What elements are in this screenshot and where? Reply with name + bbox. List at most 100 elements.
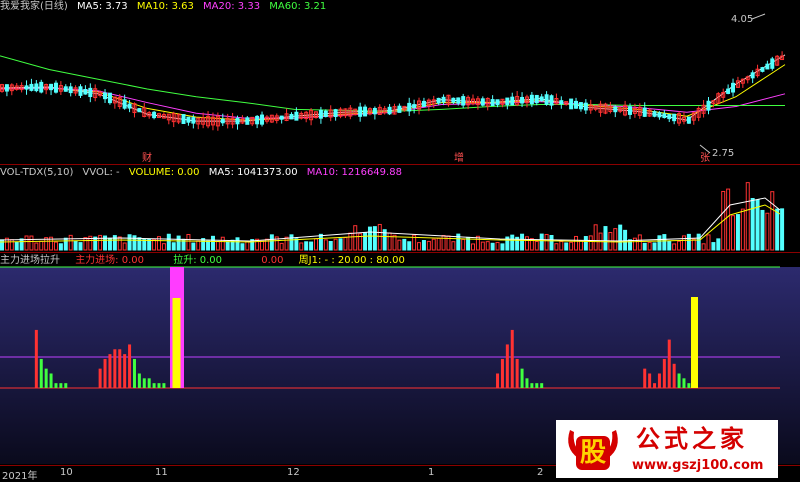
volume-bar bbox=[9, 239, 14, 251]
candle-body bbox=[549, 95, 554, 106]
volume-bar bbox=[637, 234, 642, 251]
candle-body bbox=[333, 109, 338, 118]
indicator-bar bbox=[49, 373, 53, 388]
candle-body bbox=[407, 102, 412, 112]
volume-title[interactable]: VOL-TDX(5,10) bbox=[0, 167, 73, 178]
volume-bar bbox=[407, 241, 412, 251]
indicator-bar bbox=[648, 373, 652, 388]
volume-bar bbox=[647, 241, 652, 251]
volume-bar bbox=[83, 237, 88, 251]
candle-body bbox=[88, 87, 93, 98]
candle-body bbox=[363, 106, 368, 117]
volume-bar bbox=[161, 243, 166, 251]
volume-bar bbox=[122, 242, 127, 251]
volume-bar bbox=[593, 224, 598, 251]
volume-bar bbox=[372, 226, 377, 251]
candle-body bbox=[456, 97, 461, 104]
indicator-bar bbox=[496, 373, 500, 388]
volume-bar bbox=[402, 238, 407, 251]
indicator-title[interactable]: 主力进场拉升 bbox=[0, 255, 60, 266]
volume-bar bbox=[318, 233, 323, 251]
lasheng-label: 拉升: 0.00 bbox=[173, 255, 223, 266]
volume-bar bbox=[436, 237, 441, 251]
indicator-bar bbox=[643, 368, 647, 388]
indicator-bar bbox=[157, 383, 161, 388]
volume-bar bbox=[485, 241, 490, 251]
candle-body bbox=[255, 115, 260, 125]
candle-body bbox=[539, 96, 544, 101]
volume-bar bbox=[240, 243, 245, 251]
volume-bar bbox=[24, 235, 29, 251]
indicator-bar bbox=[530, 383, 534, 388]
volume-bar bbox=[196, 240, 201, 251]
volume-bar bbox=[210, 235, 215, 251]
candle-body bbox=[672, 113, 677, 122]
volume-bar bbox=[39, 240, 44, 251]
candle-body bbox=[490, 99, 495, 107]
volume-header: VOL-TDX(5,10) VVOL: - VOLUME: 0.00 MA5: … bbox=[0, 166, 408, 179]
volume-bar bbox=[93, 236, 98, 251]
indicator-bar bbox=[142, 378, 146, 388]
volume-bar bbox=[206, 240, 211, 251]
vol-ma5-label: MA5: 1041373.00 bbox=[208, 167, 298, 178]
volume-bar bbox=[348, 232, 353, 251]
candle-body bbox=[441, 96, 446, 103]
indicator-bar bbox=[128, 344, 132, 388]
volume-bar bbox=[0, 239, 4, 251]
indicator-bar bbox=[108, 354, 112, 388]
indicator-bar bbox=[44, 368, 48, 388]
indicator-bar bbox=[505, 344, 509, 388]
indicator-bar bbox=[677, 373, 681, 388]
volume-bar bbox=[392, 234, 397, 251]
volume-bar bbox=[14, 241, 19, 251]
indicator-header: 主力进场拉升 主力进场: 0.00 拉升: 0.00 0.00 周J1: - :… bbox=[0, 254, 411, 267]
candle-body bbox=[387, 106, 392, 115]
volume-bar bbox=[745, 182, 750, 251]
volume-bar bbox=[564, 242, 569, 251]
kline-chart[interactable] bbox=[0, 0, 800, 480]
indicator-bar bbox=[500, 358, 504, 388]
volume-bar bbox=[127, 234, 132, 251]
candle-body bbox=[220, 118, 225, 124]
watermark-logo: 股 公式之家 www.gszj100.com bbox=[556, 420, 778, 478]
separator-volume-indicator bbox=[0, 252, 800, 253]
volume-bar bbox=[314, 238, 318, 251]
candle-body bbox=[412, 104, 417, 109]
indicator-bar bbox=[123, 354, 127, 388]
volume-bar bbox=[431, 238, 436, 251]
volume-bar bbox=[520, 233, 525, 251]
candle-body bbox=[245, 117, 250, 125]
volume-bar bbox=[142, 239, 147, 251]
volume-bar bbox=[260, 240, 265, 251]
volume-bar bbox=[471, 243, 475, 251]
zhouj1-label: 周J1: - : 20.00 : 80.00 bbox=[298, 255, 405, 266]
signal-bar bbox=[691, 297, 698, 388]
volume-bar bbox=[78, 242, 83, 251]
volume-bar bbox=[750, 197, 755, 251]
volume-bar bbox=[137, 237, 142, 251]
volume-bar bbox=[279, 242, 284, 251]
volume-bar bbox=[387, 232, 392, 251]
candle-body bbox=[686, 116, 691, 124]
volume-bar bbox=[19, 238, 24, 251]
volume-bar bbox=[770, 191, 775, 251]
site-url: www.gszj100.com bbox=[632, 458, 764, 473]
candle-body bbox=[583, 102, 588, 111]
volume-bar bbox=[34, 242, 39, 251]
candle-body bbox=[24, 85, 29, 90]
candle-body bbox=[657, 112, 662, 118]
logo-badge: 股 bbox=[562, 424, 624, 474]
volume-bar bbox=[269, 234, 274, 251]
volume-bar bbox=[574, 235, 579, 251]
indicator-bar bbox=[34, 329, 38, 388]
candle-body bbox=[770, 58, 775, 69]
candle-body bbox=[127, 103, 132, 109]
volume-bar bbox=[323, 239, 328, 251]
volume-bar bbox=[289, 234, 294, 251]
volume-bar bbox=[569, 241, 574, 251]
date-label-oct: 10 bbox=[60, 467, 73, 478]
indicator-bar bbox=[653, 383, 657, 388]
volume-bar bbox=[524, 236, 529, 251]
volume-bar bbox=[171, 242, 176, 251]
candle-body bbox=[83, 89, 88, 95]
